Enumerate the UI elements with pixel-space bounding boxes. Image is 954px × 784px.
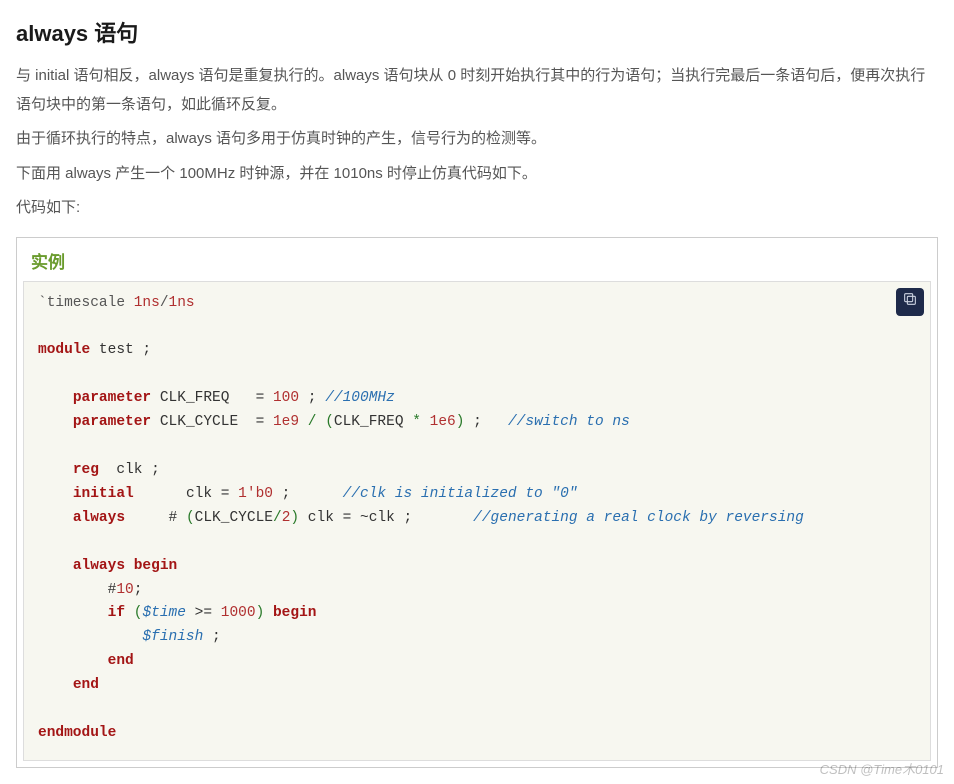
code-token: 1000: [221, 605, 256, 621]
code-token: 1ns: [134, 295, 160, 311]
example-label: 实例: [17, 238, 937, 281]
code-token: begin: [273, 605, 317, 621]
code-token: always: [73, 558, 125, 574]
paragraph: 代码如下:: [16, 194, 938, 223]
code-token: CLK_FREQ: [334, 414, 404, 430]
code-token: ): [290, 510, 299, 526]
code-token: *: [412, 414, 421, 430]
code-token: 1'b0: [238, 486, 273, 502]
code-block: `timescale 1ns/1ns module test ; paramet…: [23, 281, 931, 762]
code-token: 1e6: [430, 414, 456, 430]
code-token: end: [108, 653, 134, 669]
code-token: (: [325, 414, 334, 430]
code-token: parameter: [73, 390, 151, 406]
code-token: test: [99, 342, 134, 358]
code-token: clk: [308, 510, 334, 526]
code-token: 100: [273, 390, 299, 406]
code-token: /: [308, 414, 317, 430]
code-token: CLK_CYCLE: [160, 414, 238, 430]
code-token: 10: [116, 582, 133, 598]
code-token: CLK_FREQ: [160, 390, 230, 406]
code-token: //100MHz: [325, 390, 395, 406]
example-container: 实例 `timescale 1ns/1ns module test ; para…: [16, 237, 938, 769]
code-token: begin: [134, 558, 178, 574]
code-token: always: [73, 510, 125, 526]
code-token: //switch to ns: [508, 414, 630, 430]
code-content: `timescale 1ns/1ns module test ; paramet…: [24, 282, 930, 761]
code-token: //clk is initialized to "0": [343, 486, 578, 502]
code-token: if: [108, 605, 125, 621]
code-token: ): [256, 605, 265, 621]
code-token: 1ns: [169, 295, 195, 311]
code-token: module: [38, 342, 90, 358]
paragraph: 下面用 always 产生一个 100MHz 时钟源，并在 1010ns 时停止…: [16, 160, 938, 189]
code-token: `timescale: [38, 295, 125, 311]
code-token: clk: [369, 510, 395, 526]
code-token: clk: [116, 462, 142, 478]
copy-code-button[interactable]: [896, 288, 924, 316]
copy-icon: [902, 291, 918, 312]
code-token: 1e9: [273, 414, 299, 430]
code-token: /: [160, 295, 169, 311]
code-token: ): [456, 414, 465, 430]
code-token: parameter: [73, 414, 151, 430]
code-token: $time: [142, 605, 186, 621]
paragraph: 由于循环执行的特点，always 语句多用于仿真时钟的产生，信号行为的检测等。: [16, 125, 938, 154]
code-token: clk: [186, 486, 212, 502]
code-token: CLK_CYCLE: [195, 510, 273, 526]
code-token: end: [73, 677, 99, 693]
code-token: /: [273, 510, 282, 526]
code-token: (: [186, 510, 195, 526]
code-token: reg: [73, 462, 99, 478]
section-heading: always 语句: [16, 16, 938, 48]
code-token: //generating a real clock by reversing: [473, 510, 804, 526]
paragraph: 与 initial 语句相反，always 语句是重复执行的。always 语句…: [16, 62, 938, 119]
code-token: initial: [73, 486, 134, 502]
code-token: $finish: [142, 629, 203, 645]
